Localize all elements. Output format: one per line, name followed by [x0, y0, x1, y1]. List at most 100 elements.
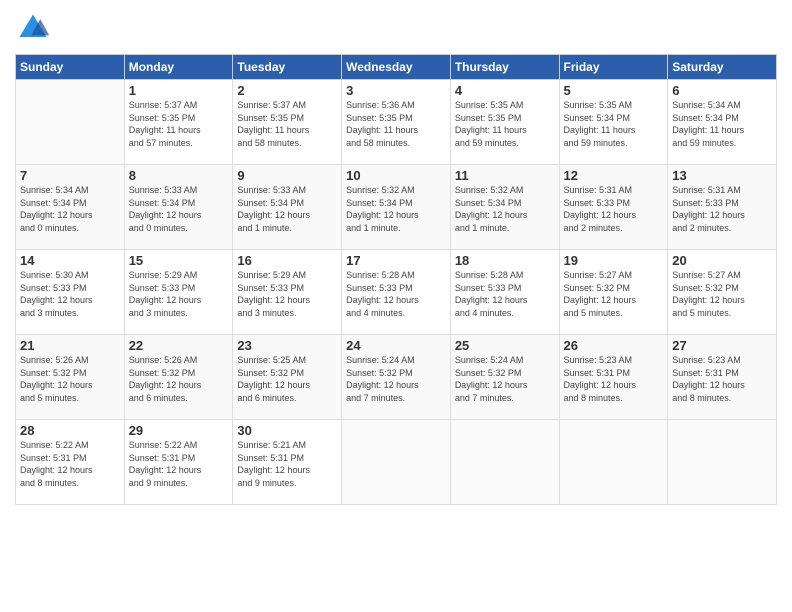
day-number: 8: [129, 168, 229, 183]
calendar-cell: 26Sunrise: 5:23 AM Sunset: 5:31 PM Dayli…: [559, 335, 668, 420]
calendar-cell: 27Sunrise: 5:23 AM Sunset: 5:31 PM Dayli…: [668, 335, 777, 420]
day-info: Sunrise: 5:35 AM Sunset: 5:35 PM Dayligh…: [455, 99, 555, 149]
calendar-cell: 24Sunrise: 5:24 AM Sunset: 5:32 PM Dayli…: [342, 335, 451, 420]
day-info: Sunrise: 5:31 AM Sunset: 5:33 PM Dayligh…: [672, 184, 772, 234]
calendar-week-1: 1Sunrise: 5:37 AM Sunset: 5:35 PM Daylig…: [16, 80, 777, 165]
day-number: 21: [20, 338, 120, 353]
day-info: Sunrise: 5:23 AM Sunset: 5:31 PM Dayligh…: [672, 354, 772, 404]
day-info: Sunrise: 5:33 AM Sunset: 5:34 PM Dayligh…: [129, 184, 229, 234]
day-number: 23: [237, 338, 337, 353]
calendar-cell: 19Sunrise: 5:27 AM Sunset: 5:32 PM Dayli…: [559, 250, 668, 335]
day-number: 5: [564, 83, 664, 98]
calendar-cell: 14Sunrise: 5:30 AM Sunset: 5:33 PM Dayli…: [16, 250, 125, 335]
day-number: 13: [672, 168, 772, 183]
day-info: Sunrise: 5:35 AM Sunset: 5:34 PM Dayligh…: [564, 99, 664, 149]
day-info: Sunrise: 5:32 AM Sunset: 5:34 PM Dayligh…: [455, 184, 555, 234]
weekday-header-wednesday: Wednesday: [342, 55, 451, 80]
calendar-week-5: 28 Sunrise: 5:22 AM Sunset: 5:31 PM Dayli…: [16, 420, 777, 505]
calendar-cell: 13Sunrise: 5:31 AM Sunset: 5:33 PM Dayli…: [668, 165, 777, 250]
day-number: 15: [129, 253, 229, 268]
calendar-cell: [559, 420, 668, 505]
day-number: 24: [346, 338, 446, 353]
calendar-week-4: 21 Sunrise: 5:26 AM Sunset: 5:32 PM Dayli…: [16, 335, 777, 420]
day-number: 22: [129, 338, 229, 353]
day-info: Sunrise: 5:33 AM Sunset: 5:34 PM Dayligh…: [237, 184, 337, 234]
calendar-cell: 11Sunrise: 5:32 AM Sunset: 5:34 PM Dayli…: [450, 165, 559, 250]
day-info: Sunrise: 5:22 AM Sunset: 5:31 PM Dayligh…: [129, 439, 229, 489]
calendar-cell: 17Sunrise: 5:28 AM Sunset: 5:33 PM Dayli…: [342, 250, 451, 335]
calendar-cell: 25Sunrise: 5:24 AM Sunset: 5:32 PM Dayli…: [450, 335, 559, 420]
calendar-body: 1Sunrise: 5:37 AM Sunset: 5:35 PM Daylig…: [16, 80, 777, 505]
calendar-cell: 1Sunrise: 5:37 AM Sunset: 5:35 PM Daylig…: [124, 80, 233, 165]
calendar-cell: [342, 420, 451, 505]
weekday-header-saturday: Saturday: [668, 55, 777, 80]
day-info: Sunrise: 5:25 AM Sunset: 5:32 PM Dayligh…: [237, 354, 337, 404]
day-number: 9: [237, 168, 337, 183]
calendar-cell: [668, 420, 777, 505]
day-number: 11: [455, 168, 555, 183]
weekday-row: SundayMondayTuesdayWednesdayThursdayFrid…: [16, 55, 777, 80]
day-number: 30: [237, 423, 337, 438]
header: [15, 10, 777, 46]
day-info: Sunrise: 5:31 AM Sunset: 5:33 PM Dayligh…: [564, 184, 664, 234]
calendar-cell: 7Sunrise: 5:34 AM Sunset: 5:34 PM Daylig…: [16, 165, 125, 250]
day-info: Sunrise: 5:34 AM Sunset: 5:34 PM Dayligh…: [672, 99, 772, 149]
day-info: Sunrise: 5:28 AM Sunset: 5:33 PM Dayligh…: [346, 269, 446, 319]
day-info: Sunrise: 5:32 AM Sunset: 5:34 PM Dayligh…: [346, 184, 446, 234]
day-info: Sunrise: 5:29 AM Sunset: 5:33 PM Dayligh…: [237, 269, 337, 319]
calendar-cell: 9Sunrise: 5:33 AM Sunset: 5:34 PM Daylig…: [233, 165, 342, 250]
day-number: 20: [672, 253, 772, 268]
calendar-cell: [16, 80, 125, 165]
calendar-cell: 6Sunrise: 5:34 AM Sunset: 5:34 PM Daylig…: [668, 80, 777, 165]
calendar-cell: 23Sunrise: 5:25 AM Sunset: 5:32 PM Dayli…: [233, 335, 342, 420]
weekday-header-monday: Monday: [124, 55, 233, 80]
calendar-cell: [450, 420, 559, 505]
calendar-header: SundayMondayTuesdayWednesdayThursdayFrid…: [16, 55, 777, 80]
day-info: Sunrise: 5:24 AM Sunset: 5:32 PM Dayligh…: [455, 354, 555, 404]
day-number: 17: [346, 253, 446, 268]
day-number: 1: [129, 83, 229, 98]
day-number: 27: [672, 338, 772, 353]
day-number: 2: [237, 83, 337, 98]
weekday-header-tuesday: Tuesday: [233, 55, 342, 80]
day-number: 12: [564, 168, 664, 183]
calendar-week-3: 14Sunrise: 5:30 AM Sunset: 5:33 PM Dayli…: [16, 250, 777, 335]
day-number: 4: [455, 83, 555, 98]
calendar-cell: 30Sunrise: 5:21 AM Sunset: 5:31 PM Dayli…: [233, 420, 342, 505]
day-number: 28: [20, 423, 120, 438]
calendar-cell: 21Sunrise: 5:26 AM Sunset: 5:32 PM Dayli…: [16, 335, 125, 420]
weekday-header-thursday: Thursday: [450, 55, 559, 80]
day-number: 14: [20, 253, 120, 268]
day-info: Sunrise: 5:26 AM Sunset: 5:32 PM Dayligh…: [129, 354, 229, 404]
day-info: Sunrise: 5:37 AM Sunset: 5:35 PM Dayligh…: [237, 99, 337, 149]
day-info: Sunrise: 5:37 AM Sunset: 5:35 PM Dayligh…: [129, 99, 229, 149]
calendar-cell: 2Sunrise: 5:37 AM Sunset: 5:35 PM Daylig…: [233, 80, 342, 165]
day-number: 10: [346, 168, 446, 183]
calendar-cell: 22Sunrise: 5:26 AM Sunset: 5:32 PM Dayli…: [124, 335, 233, 420]
day-number: 3: [346, 83, 446, 98]
logo-icon: [15, 10, 51, 46]
calendar-table: SundayMondayTuesdayWednesdayThursdayFrid…: [15, 54, 777, 505]
day-number: 29: [129, 423, 229, 438]
weekday-header-friday: Friday: [559, 55, 668, 80]
day-number: 7: [20, 168, 120, 183]
calendar-cell: 16Sunrise: 5:29 AM Sunset: 5:33 PM Dayli…: [233, 250, 342, 335]
calendar-cell: 29Sunrise: 5:22 AM Sunset: 5:31 PM Dayli…: [124, 420, 233, 505]
calendar-cell: 12Sunrise: 5:31 AM Sunset: 5:33 PM Dayli…: [559, 165, 668, 250]
calendar-cell: 3Sunrise: 5:36 AM Sunset: 5:35 PM Daylig…: [342, 80, 451, 165]
day-number: 25: [455, 338, 555, 353]
calendar-cell: 8Sunrise: 5:33 AM Sunset: 5:34 PM Daylig…: [124, 165, 233, 250]
weekday-header-sunday: Sunday: [16, 55, 125, 80]
main-container: SundayMondayTuesdayWednesdayThursdayFrid…: [0, 0, 792, 515]
day-info: Sunrise: 5:30 AM Sunset: 5:33 PM Dayligh…: [20, 269, 120, 319]
calendar-cell: 20Sunrise: 5:27 AM Sunset: 5:32 PM Dayli…: [668, 250, 777, 335]
day-number: 26: [564, 338, 664, 353]
day-number: 16: [237, 253, 337, 268]
day-info: Sunrise: 5:21 AM Sunset: 5:31 PM Dayligh…: [237, 439, 337, 489]
day-info: Sunrise: 5:27 AM Sunset: 5:32 PM Dayligh…: [564, 269, 664, 319]
day-info: Sunrise: 5:34 AM Sunset: 5:34 PM Dayligh…: [20, 184, 120, 234]
calendar-cell: 5Sunrise: 5:35 AM Sunset: 5:34 PM Daylig…: [559, 80, 668, 165]
day-info: Sunrise: 5:23 AM Sunset: 5:31 PM Dayligh…: [564, 354, 664, 404]
day-number: 18: [455, 253, 555, 268]
calendar-week-2: 7Sunrise: 5:34 AM Sunset: 5:34 PM Daylig…: [16, 165, 777, 250]
